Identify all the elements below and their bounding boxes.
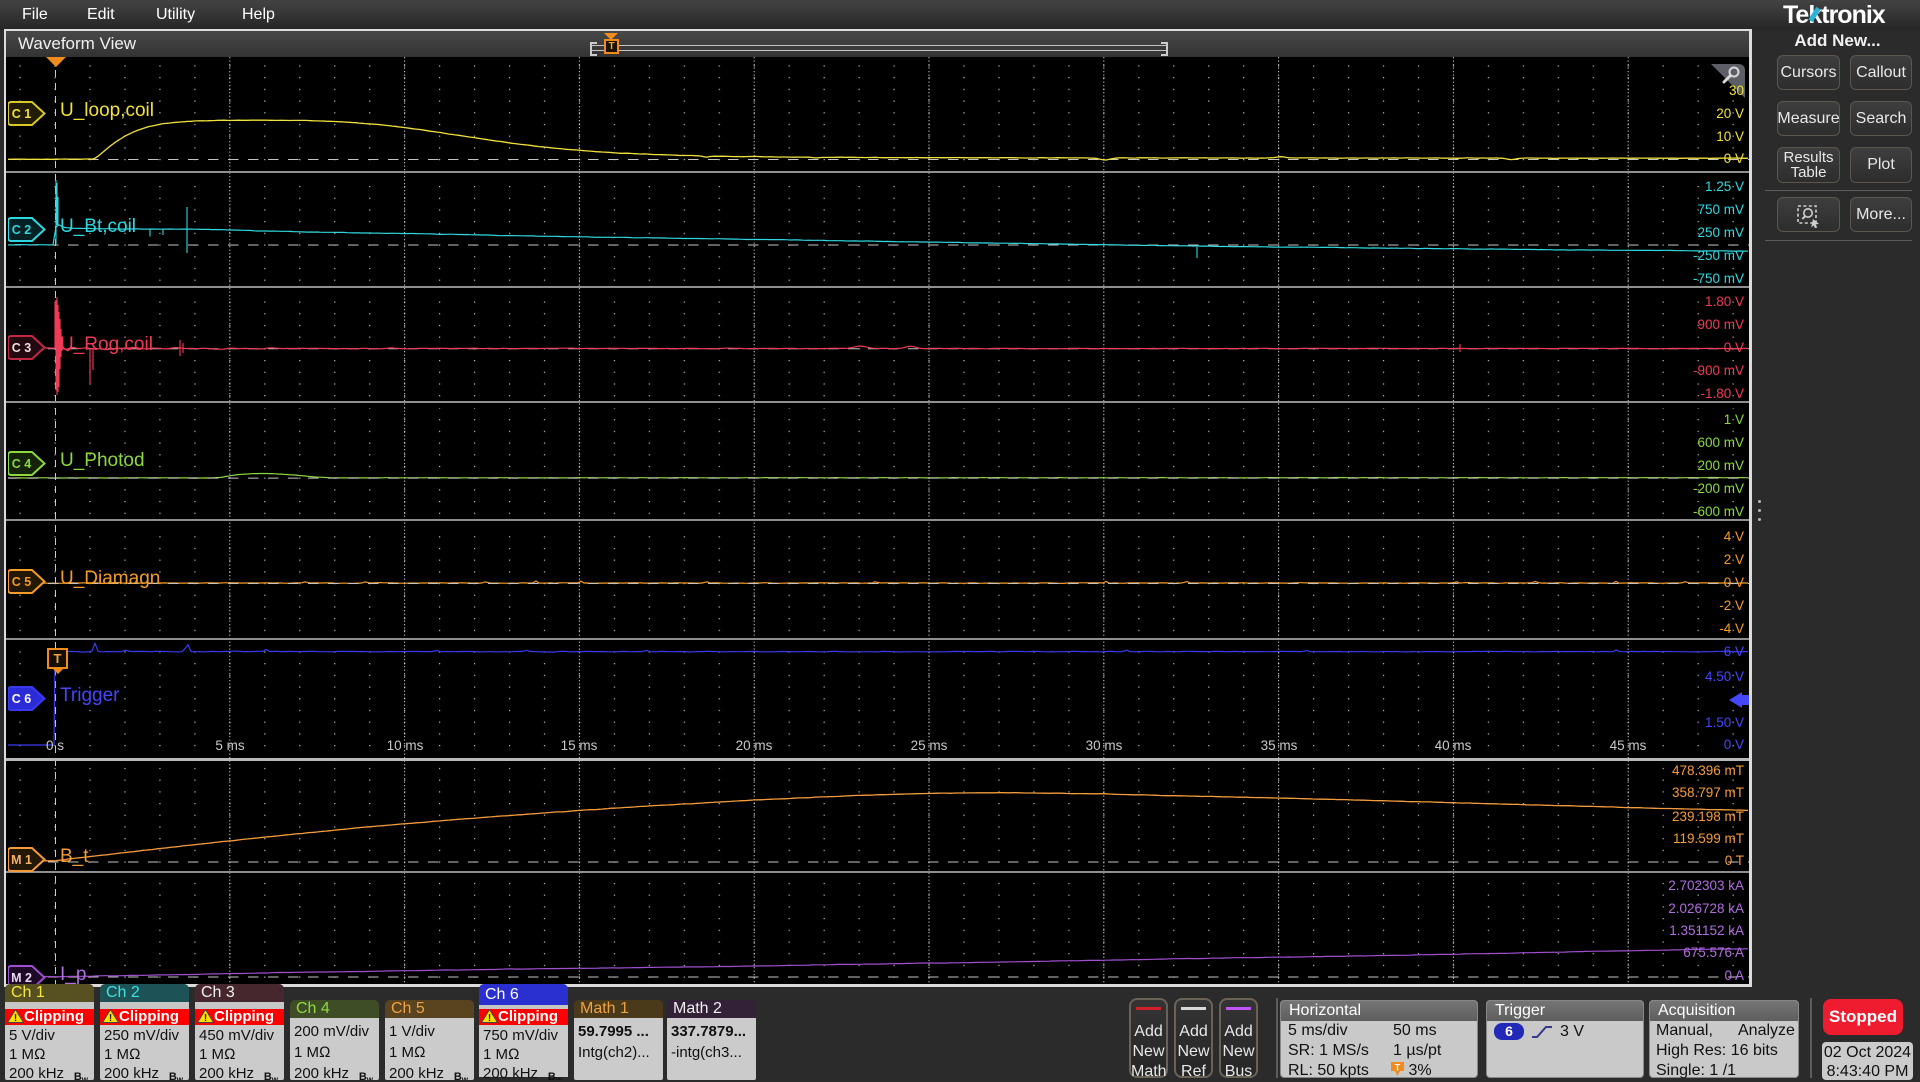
svg-text:!: ! [109,1013,112,1023]
svg-text:M 1: M 1 [11,853,32,867]
svg-text:!: ! [488,1013,491,1023]
svg-text:C 5: C 5 [12,575,32,589]
svg-text:C 6: C 6 [12,692,32,706]
svg-text:!: ! [204,1013,207,1023]
svg-text:T: T [1395,1063,1401,1073]
svg-text:C 4: C 4 [12,457,32,471]
svg-text:C 1: C 1 [12,107,32,121]
svg-text:M 2: M 2 [11,971,32,984]
svg-text:C 3: C 3 [12,341,32,355]
svg-text:!: ! [14,1013,17,1023]
svg-text:C 2: C 2 [12,223,32,237]
